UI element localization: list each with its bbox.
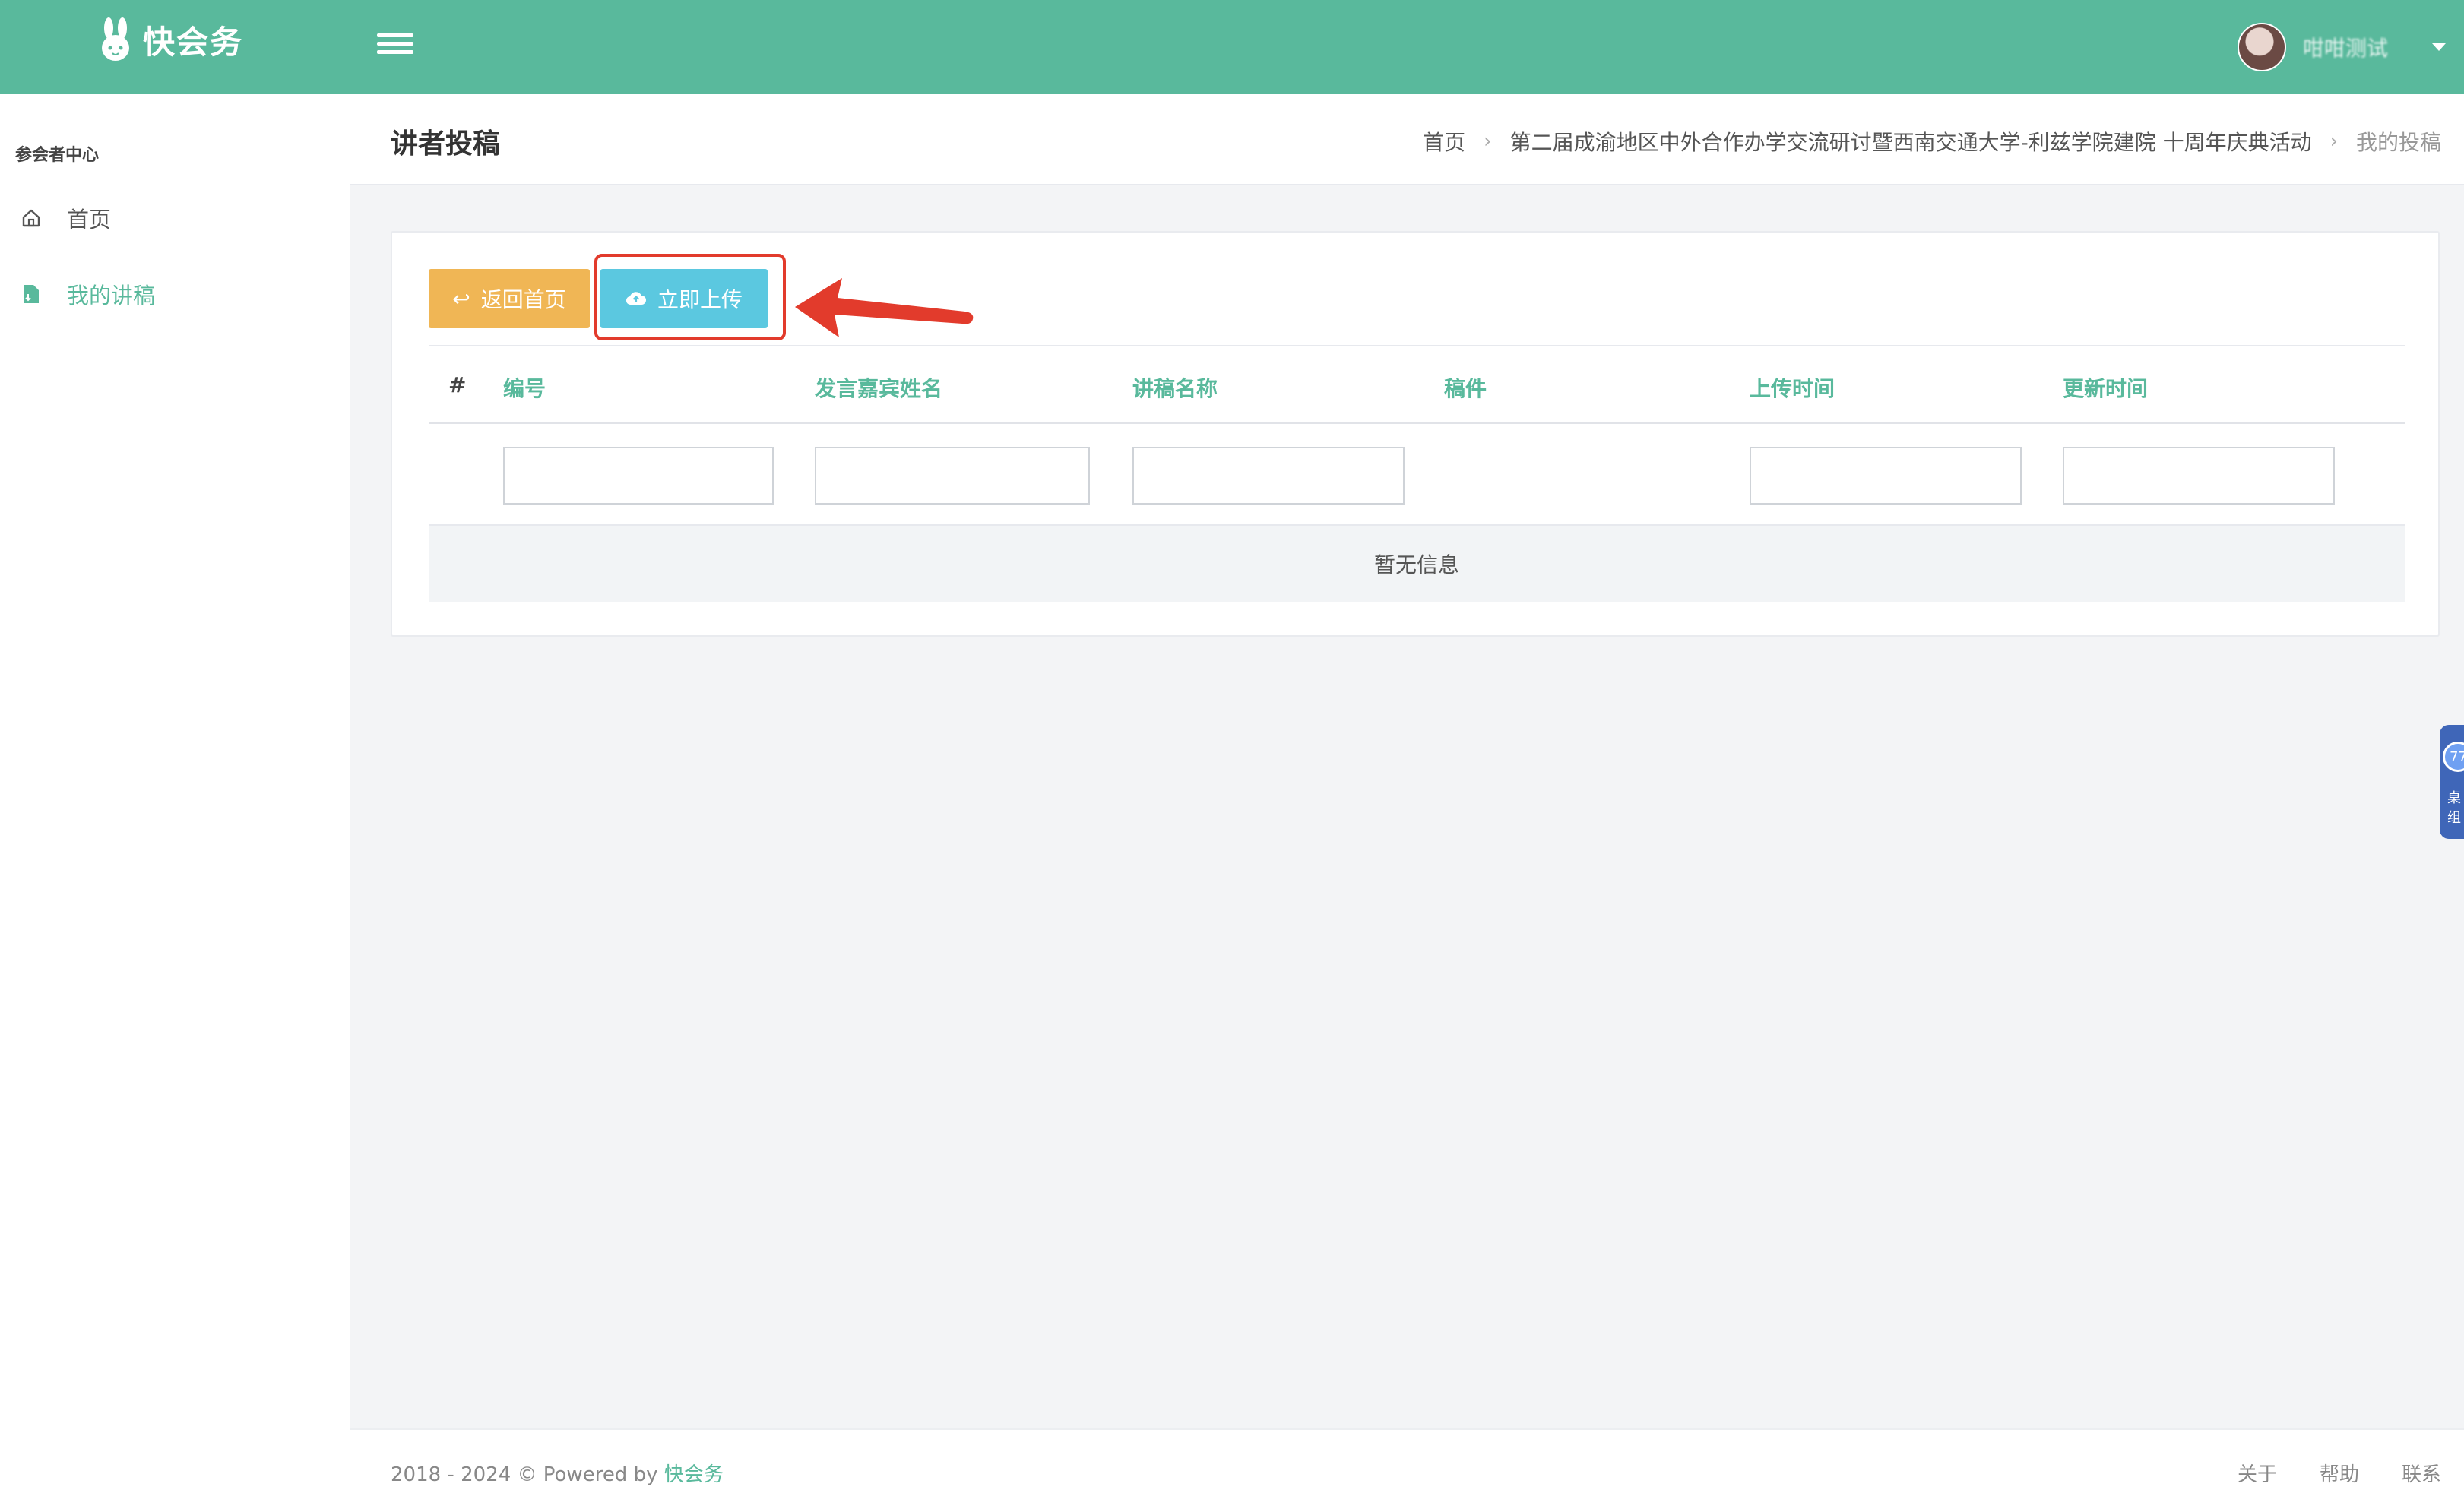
sidebar-item-my-talks[interactable]: 我的讲稿 [0, 267, 350, 321]
sidebar: 参会者中心 首页 我的讲稿 [0, 94, 350, 1509]
sidebar-heading: 参会者中心 [15, 146, 100, 165]
footer: 2018 - 2024 © Powered by 快会务 关于 帮助 联系 [350, 1428, 2464, 1509]
user-name[interactable]: 咁咁测试 [2303, 32, 2409, 62]
annotation-highlight-box [594, 254, 786, 340]
sidebar-item-label: 首页 [67, 207, 112, 233]
filter-update-time-input[interactable] [2063, 447, 2335, 505]
rabbit-logo-icon [102, 17, 129, 61]
empty-state-text: 暂无信息 [1373, 552, 1459, 577]
column-header-upload-time[interactable]: 上传时间 [1750, 372, 1835, 403]
column-header-update-time[interactable]: 更新时间 [2063, 372, 2148, 403]
sidebar-item-label: 我的讲稿 [67, 283, 156, 308]
chevron-right-icon: › [2329, 130, 2338, 153]
column-header-speaker-name[interactable]: 发言嘉宾姓名 [815, 372, 942, 403]
column-header-index: # [448, 372, 467, 397]
breadcrumb-event[interactable]: 第二届成渝地区中外合作办学交流研讨暨西南交通大学-利兹学院建院 十周年庆典活动 [1510, 126, 2312, 157]
footer-links: 关于 帮助 联系 [2195, 1459, 2441, 1487]
copyright: 2018 - 2024 © Powered by 快会务 [391, 1459, 724, 1487]
document-icon [20, 283, 43, 305]
copyright-text: 2018 - 2024 © Powered by [391, 1463, 658, 1486]
return-arrow-icon: ↩ [452, 286, 470, 312]
user-menu[interactable]: 咁咁测试 [2238, 17, 2446, 78]
filter-speaker-name-input[interactable] [815, 447, 1090, 505]
back-home-label: 返回首页 [480, 287, 566, 312]
filter-id-input[interactable] [503, 447, 774, 505]
floating-widget[interactable]: 77 桌组 [2440, 725, 2464, 839]
brand-name: 快会务 [143, 24, 244, 61]
home-icon [20, 207, 43, 229]
empty-state-row: 暂无信息 [429, 526, 2405, 602]
table-header: # 编号 发言嘉宾姓名 讲稿名称 稿件 上传时间 更新时间 [429, 345, 2405, 424]
filter-row [429, 424, 2405, 526]
footer-link-help[interactable]: 帮助 [2320, 1459, 2359, 1487]
column-header-id[interactable]: 编号 [503, 372, 546, 403]
copyright-brand-link[interactable]: 快会务 [664, 1463, 724, 1486]
chevron-down-icon[interactable] [2432, 43, 2446, 51]
avatar[interactable] [2238, 23, 2286, 71]
floating-widget-badge: 77 [2443, 742, 2464, 772]
footer-link-contact[interactable]: 联系 [2402, 1459, 2441, 1487]
annotation-arrow-icon [795, 278, 974, 337]
content-header: 讲者投稿 首页 › 第二届成渝地区中外合作办学交流研讨暨西南交通大学-利兹学院建… [350, 94, 2464, 185]
brand[interactable]: 快会务 [97, 17, 243, 63]
chevron-right-icon: › [1484, 130, 1492, 153]
top-navbar: 快会务 咁咁测试 [0, 0, 2464, 94]
column-header-manuscript[interactable]: 稿件 [1444, 372, 1487, 403]
floating-widget-text: 桌组 [2447, 790, 2461, 826]
column-header-talk-title[interactable]: 讲稿名称 [1132, 372, 1218, 403]
footer-link-about[interactable]: 关于 [2238, 1459, 2277, 1487]
filter-upload-time-input[interactable] [1750, 447, 2022, 505]
breadcrumb-current: 我的投稿 [2355, 130, 2441, 155]
breadcrumb: 首页 › 第二届成渝地区中外合作办学交流研讨暨西南交通大学-利兹学院建院 十周年… [1423, 126, 2441, 157]
breadcrumb-home[interactable]: 首页 [1423, 126, 1465, 157]
submissions-card: ↩ 返回首页 立即上传 # 编号 发言嘉宾姓名 讲稿名称 稿件 上传时间 更新时… [391, 231, 2440, 637]
sidebar-item-home[interactable]: 首页 [0, 191, 350, 245]
back-home-button[interactable]: ↩ 返回首页 [429, 269, 590, 328]
page-title: 讲者投稿 [391, 128, 501, 160]
filter-talk-title-input[interactable] [1132, 447, 1405, 505]
menu-toggle-icon[interactable] [377, 29, 413, 62]
